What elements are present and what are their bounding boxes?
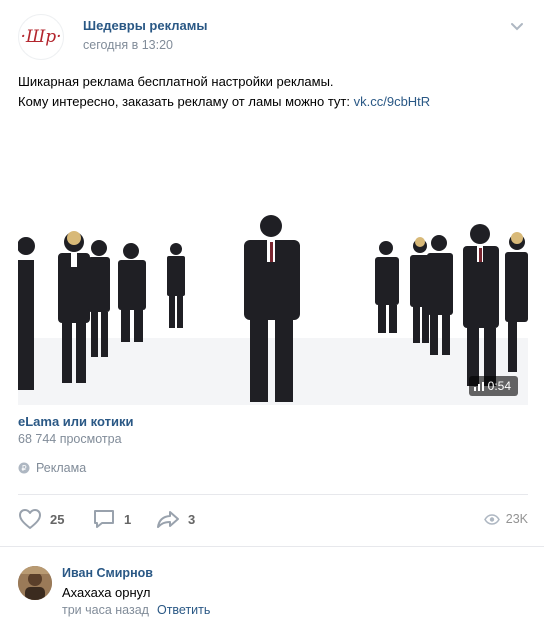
- reply-button[interactable]: Ответить: [157, 603, 210, 617]
- post-text-line-1: Шикарная реклама бесплатной настройки ре…: [18, 74, 334, 89]
- post-text-line-2-body: Кому интересно, заказать рекламу от ламы…: [18, 94, 354, 109]
- post-text: Шикарная реклама бесплатной настройки ре…: [18, 72, 530, 112]
- commenter-avatar[interactable]: [18, 566, 52, 600]
- share-button[interactable]: 3: [156, 508, 195, 530]
- post-link[interactable]: vk.cc/9cbHtR: [354, 94, 431, 109]
- community-avatar[interactable]: ·Шр·: [18, 14, 64, 60]
- post-header: ·Шр· Шедевры рекламы сегодня в 13:20: [18, 14, 530, 60]
- video-duration-badge: 0:54: [468, 376, 518, 396]
- comment-icon: [94, 510, 114, 528]
- post-divider: [18, 494, 528, 495]
- signal-bars-icon: [473, 381, 484, 391]
- comment-button[interactable]: 1: [92, 508, 131, 530]
- video-views: 68 744 просмотра: [18, 432, 122, 446]
- community-name[interactable]: Шедевры рекламы: [83, 18, 207, 33]
- avatar-photo: [18, 566, 52, 600]
- post-actions: 25 1 3 23K: [18, 508, 528, 534]
- video-thumbnail: [18, 118, 528, 405]
- community-logo: ·Шр·: [20, 27, 62, 47]
- comment-author[interactable]: Иван Смирнов: [62, 566, 153, 580]
- comments-count: 1: [124, 511, 132, 527]
- post-time[interactable]: сегодня в 13:20: [83, 38, 173, 52]
- views-counter: 23K: [483, 512, 528, 526]
- video-duration: 0:54: [487, 379, 511, 393]
- svg-text:₽: ₽: [21, 464, 26, 473]
- ad-icon: ₽: [18, 462, 30, 474]
- comment-meta: три часа назад Ответить: [62, 603, 210, 617]
- ad-label-text: Реклама: [36, 461, 87, 475]
- share-icon: [157, 511, 179, 528]
- comment-text: Ахахаха орнул: [62, 585, 151, 600]
- video-title[interactable]: eLama или котики: [18, 414, 133, 429]
- likes-count: 25: [50, 511, 65, 527]
- views-count: 23K: [505, 512, 528, 526]
- shares-count: 3: [188, 511, 196, 527]
- heart-icon: [19, 509, 41, 529]
- ad-label[interactable]: ₽ Реклама: [18, 461, 86, 475]
- post-text-line-2: Кому интересно, заказать рекламу от ламы…: [18, 92, 530, 112]
- chevron-down-icon[interactable]: [510, 22, 524, 32]
- comments-divider: [0, 546, 544, 547]
- eye-icon: [483, 513, 500, 525]
- like-button[interactable]: 25: [18, 508, 64, 530]
- video-player[interactable]: 0:54: [18, 118, 528, 405]
- comment-time[interactable]: три часа назад: [62, 603, 149, 617]
